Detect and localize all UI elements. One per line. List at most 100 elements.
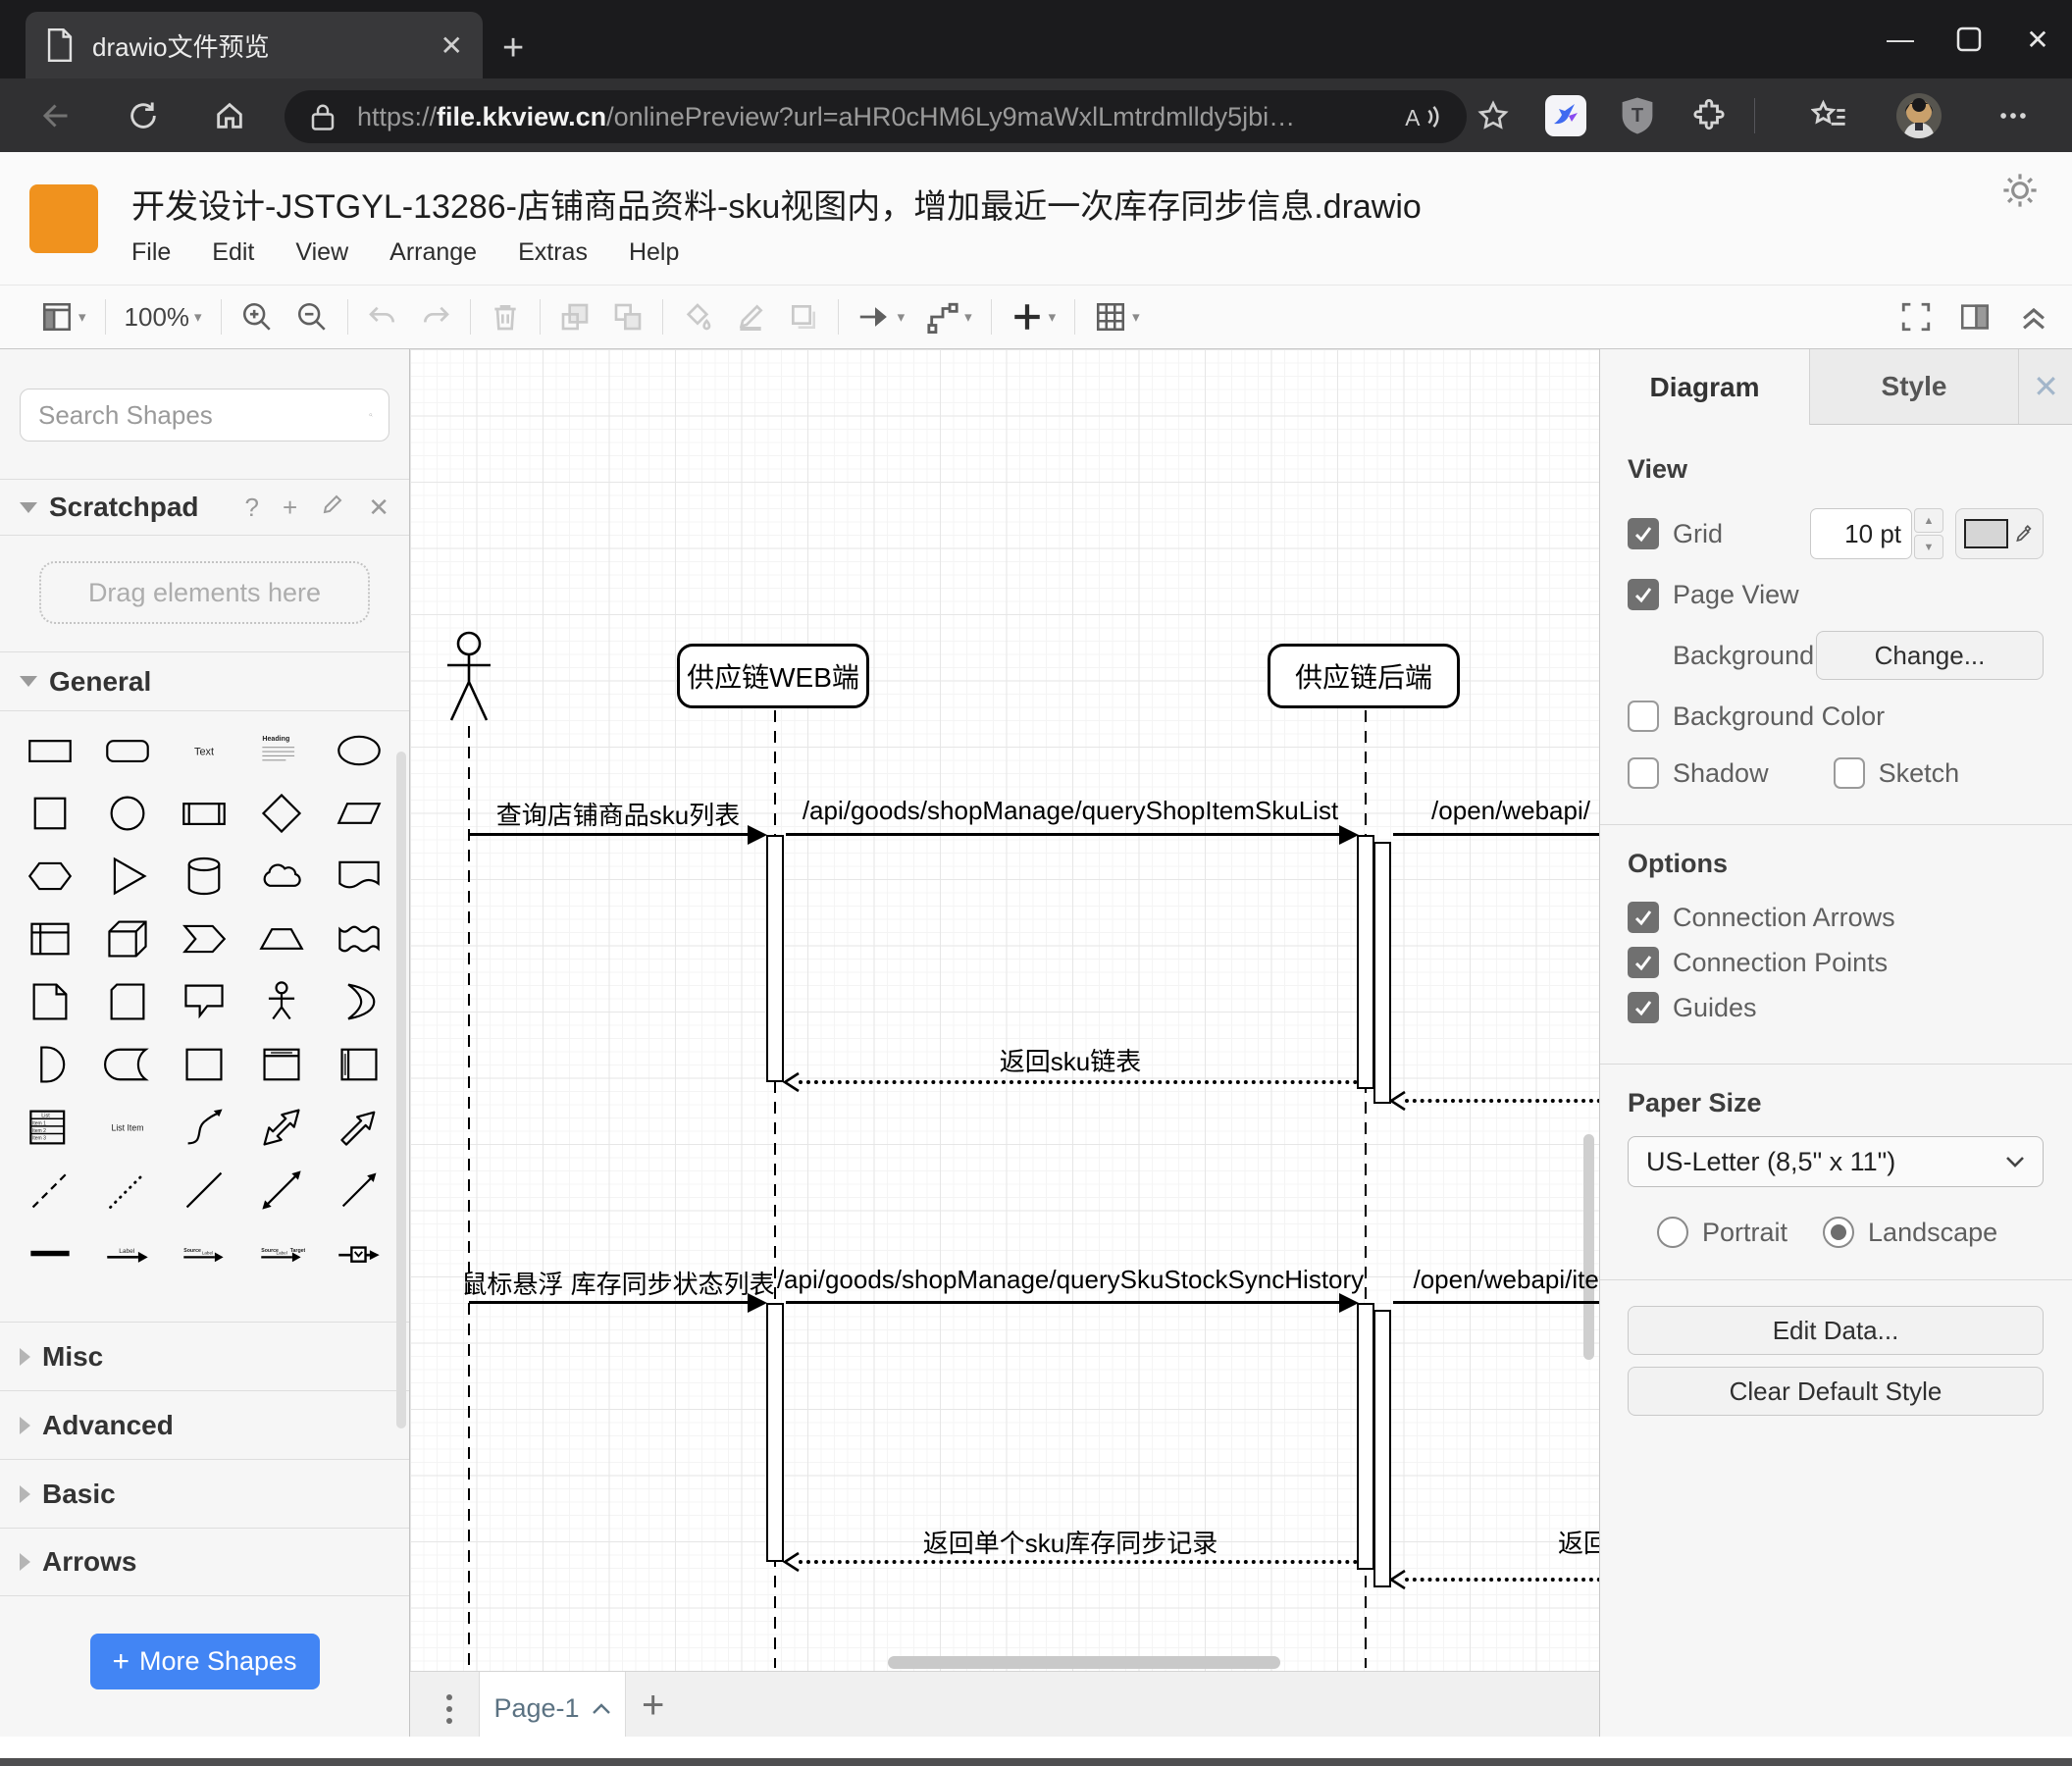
shape-horizontal-container[interactable] xyxy=(320,1033,397,1096)
shape-triangle[interactable] xyxy=(89,845,167,908)
message-label[interactable]: /open/webapi/ xyxy=(1431,796,1590,826)
grid-color-button[interactable] xyxy=(1955,508,2044,559)
shape-callout[interactable] xyxy=(166,970,243,1033)
shape-trapezoid[interactable] xyxy=(243,908,321,970)
shape-arrow-source-label[interactable]: Source Label xyxy=(166,1221,243,1284)
activation-bar[interactable] xyxy=(766,1303,784,1562)
shadow-button[interactable] xyxy=(788,301,819,333)
shape-container[interactable] xyxy=(166,1033,243,1096)
menu-file[interactable]: File xyxy=(131,238,171,267)
to-front-button[interactable] xyxy=(559,301,591,333)
shape-rounded-rectangle[interactable] xyxy=(89,719,167,782)
favorite-star-icon[interactable] xyxy=(1470,92,1517,139)
message-line[interactable] xyxy=(469,833,750,836)
menu-arrange[interactable]: Arrange xyxy=(389,238,477,267)
return-line[interactable] xyxy=(799,1080,1358,1084)
shape-curve[interactable] xyxy=(166,1096,243,1159)
shadow-checkbox[interactable] xyxy=(1628,757,1659,789)
shape-circle[interactable] xyxy=(89,782,167,845)
return-line[interactable] xyxy=(1405,1578,1599,1582)
shape-bidirectional-arrow[interactable] xyxy=(243,1096,321,1159)
browser-menu-icon[interactable] xyxy=(1990,92,2037,139)
zoom-level-button[interactable]: 100% ▾ xyxy=(125,302,202,333)
avatar[interactable] xyxy=(1895,92,1942,139)
window-close-icon[interactable]: ✕ xyxy=(2003,0,2072,78)
window-maximize-icon[interactable] xyxy=(1935,0,2003,78)
pages-menu-icon[interactable] xyxy=(440,1686,459,1733)
message-line[interactable] xyxy=(469,1301,750,1304)
shape-arrow-with-box[interactable] xyxy=(320,1221,397,1284)
shape-card[interactable] xyxy=(89,970,167,1033)
table-button[interactable]: ▾ xyxy=(1094,300,1140,334)
url-text[interactable]: https://file.kkview.cn/onlinePreview?url… xyxy=(357,102,1404,132)
shape-arrow-with-label[interactable]: Label xyxy=(89,1221,167,1284)
shape-dashed-line[interactable] xyxy=(12,1159,89,1221)
landscape-radio[interactable] xyxy=(1823,1217,1855,1248)
shape-cloud[interactable] xyxy=(243,845,321,908)
menu-extras[interactable]: Extras xyxy=(518,238,588,267)
menu-view[interactable]: View xyxy=(295,238,348,267)
participant-backend[interactable]: 供应链后端 xyxy=(1268,644,1460,708)
fullscreen-icon[interactable] xyxy=(1899,300,1933,334)
shape-note[interactable] xyxy=(12,970,89,1033)
more-shapes-button[interactable]: + More Shapes xyxy=(89,1634,320,1689)
url-bar[interactable]: https://file.kkview.cn/onlinePreview?url… xyxy=(285,90,1467,143)
sidebar-section-general[interactable]: General xyxy=(0,651,409,710)
sketch-checkbox[interactable] xyxy=(1833,757,1865,789)
shape-arrow-source-target[interactable]: Source Label Target xyxy=(243,1221,321,1284)
shape-link[interactable] xyxy=(12,1221,89,1284)
window-minimize-icon[interactable]: — xyxy=(1866,0,1935,78)
scratchpad-close-icon[interactable]: ✕ xyxy=(368,493,389,523)
grid-size-stepper[interactable]: ▲ ▼ xyxy=(1914,508,1943,559)
sidebar-section-advanced[interactable]: Advanced xyxy=(0,1390,409,1459)
shape-internal-storage[interactable] xyxy=(12,908,89,970)
collections-icon[interactable] xyxy=(1805,92,1852,139)
scratchpad-add-icon[interactable]: + xyxy=(283,493,297,523)
menu-edit[interactable]: Edit xyxy=(212,238,254,267)
shape-step[interactable] xyxy=(166,908,243,970)
scratchpad-help-icon[interactable]: ? xyxy=(245,493,259,523)
scratchpad-dropzone[interactable]: Drag elements here xyxy=(39,561,370,624)
activation-bar[interactable] xyxy=(1357,835,1374,1089)
diagram-canvas[interactable]: 供应链WEB端 供应链后端 查询店铺商品sku列表 /api/goods/sho… xyxy=(410,349,1599,1671)
waypoints-button[interactable]: ▾ xyxy=(926,300,972,334)
shape-list-item[interactable]: List Item xyxy=(89,1096,167,1159)
message-label[interactable]: 查询店铺商品sku列表 xyxy=(496,796,740,832)
shape-square[interactable] xyxy=(12,782,89,845)
sidebar-section-misc[interactable]: Misc xyxy=(0,1322,409,1390)
tab-style[interactable]: Style xyxy=(1810,349,2019,424)
return-line[interactable] xyxy=(1405,1099,1599,1103)
message-line[interactable] xyxy=(786,833,1339,836)
connection-button[interactable]: ▾ xyxy=(857,303,905,331)
format-panel-toggle-icon[interactable] xyxy=(1958,300,1992,334)
theme-toggle-icon[interactable] xyxy=(1999,170,2041,216)
delete-button[interactable] xyxy=(490,301,521,333)
collapse-toolbar-icon[interactable] xyxy=(2017,300,2050,334)
undo-button[interactable] xyxy=(367,301,398,333)
change-background-button[interactable]: Change... xyxy=(1816,631,2044,680)
shape-document[interactable] xyxy=(320,845,397,908)
new-tab-icon[interactable]: + xyxy=(502,27,524,70)
activation-bar[interactable] xyxy=(1373,1310,1391,1587)
message-line[interactable] xyxy=(1393,1301,1599,1304)
shape-diamond[interactable] xyxy=(243,782,321,845)
actor-figure[interactable] xyxy=(441,630,496,728)
sidebar-section-arrows[interactable]: Arrows xyxy=(0,1528,409,1596)
zoom-in-button[interactable] xyxy=(240,300,274,334)
menu-help[interactable]: Help xyxy=(629,238,679,267)
background-color-checkbox[interactable] xyxy=(1628,701,1659,732)
page-tab[interactable]: Page-1 xyxy=(479,1672,626,1745)
vertical-scrollbar[interactable] xyxy=(1583,1134,1594,1360)
redo-button[interactable] xyxy=(420,301,451,333)
extension-bird-icon[interactable] xyxy=(1542,92,1589,139)
view-panels-button[interactable]: ▾ xyxy=(40,300,86,334)
portrait-radio[interactable] xyxy=(1657,1217,1688,1248)
shape-data-storage[interactable] xyxy=(89,1033,167,1096)
shape-ellipse[interactable] xyxy=(320,719,397,782)
home-icon[interactable] xyxy=(206,92,253,139)
activation-bar[interactable] xyxy=(1373,842,1391,1104)
extensions-puzzle-icon[interactable] xyxy=(1685,92,1733,139)
activation-bar[interactable] xyxy=(766,835,784,1082)
message-label[interactable]: /api/goods/shopManage/querySkuStockSyncH… xyxy=(777,1265,1364,1295)
extension-tampermonkey-icon[interactable]: T xyxy=(1614,92,1661,139)
